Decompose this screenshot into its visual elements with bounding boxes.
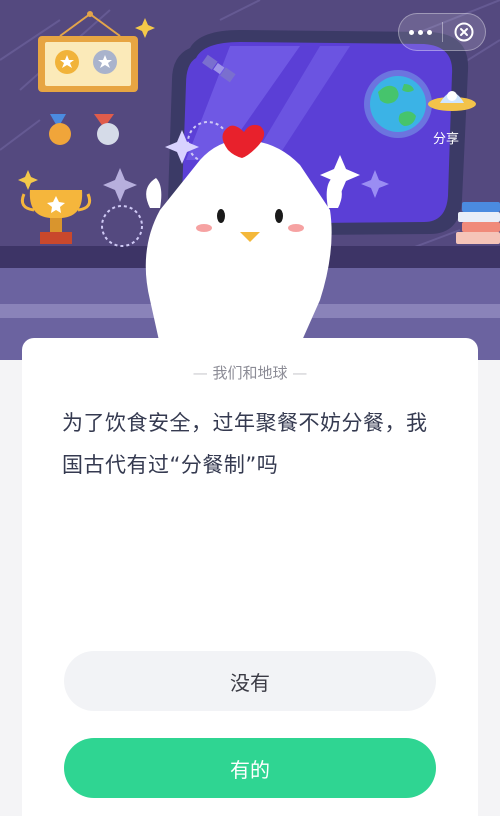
medal-frame — [38, 11, 138, 92]
books — [456, 202, 500, 244]
close-button[interactable] — [443, 14, 486, 50]
question-card: — 我们和地球 — 为了饮食安全，过年聚餐不妨分餐，我国古代有过“分餐制”吗 没… — [22, 338, 478, 816]
share-button[interactable]: 分享 — [433, 128, 459, 147]
category-label: 我们和地球 — [212, 364, 288, 382]
close-circle-icon — [454, 22, 474, 42]
more-dots-icon — [408, 29, 432, 35]
header-illustration: 分享 — [0, 0, 500, 360]
question-text: 为了饮食安全，过年聚餐不妨分餐，我国古代有过“分餐制”吗 — [62, 411, 428, 477]
mini-program-capsule — [398, 13, 486, 51]
category-tag: — 我们和地球 — — [192, 364, 308, 382]
answer-option-label: 有的 — [230, 757, 270, 782]
answer-option-yes[interactable]: 有的 — [64, 738, 436, 798]
space-window — [165, 30, 476, 236]
scene-decor — [18, 11, 500, 247]
answer-option-label: 没有 — [230, 670, 270, 695]
trophy — [18, 170, 92, 244]
more-button[interactable] — [399, 14, 442, 50]
medals — [49, 114, 119, 145]
answer-option-no[interactable]: 没有 — [64, 651, 436, 711]
